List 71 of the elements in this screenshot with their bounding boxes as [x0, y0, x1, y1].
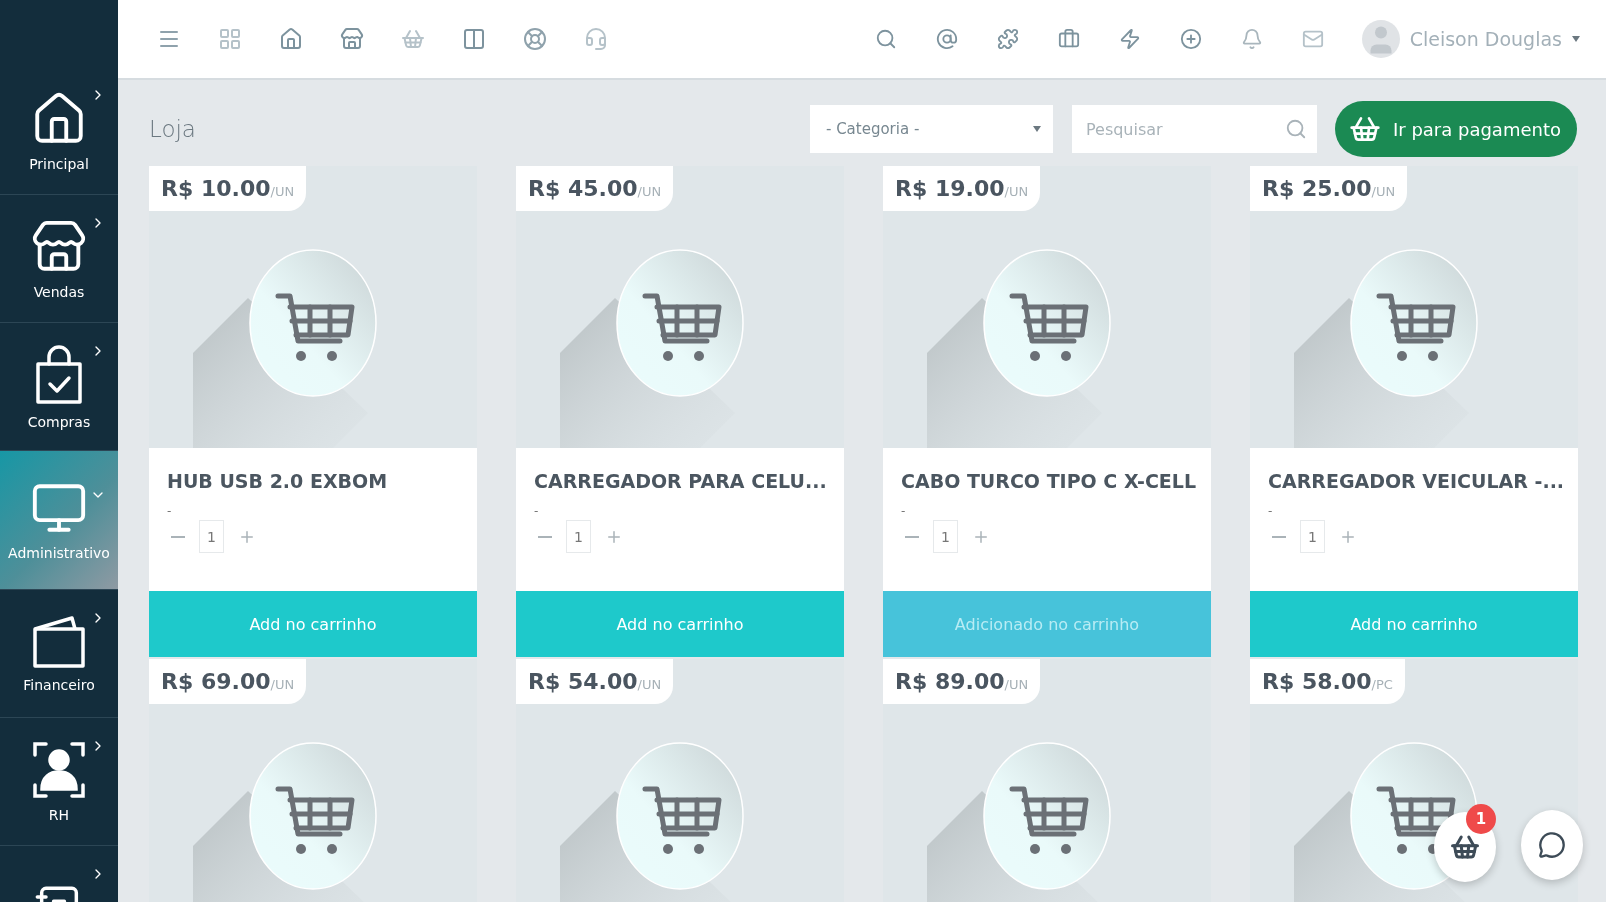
headset-icon [583, 27, 608, 51]
sidebar-label: Compras [27, 413, 91, 430]
unit: /UN [270, 184, 295, 199]
unit: /UN [1004, 184, 1029, 199]
price: R$ 58.00 [1262, 669, 1372, 694]
product-description: - [1268, 504, 1274, 518]
sidebar-item[interactable]: RH [0, 718, 118, 846]
product-name: CARREGADOR PARA CELU... [534, 470, 826, 492]
product-name: HUB USB 2.0 EXBOM [167, 470, 389, 492]
quantity-field[interactable]: 1 [1300, 520, 1325, 553]
at-sign-icon [936, 28, 959, 50]
price: R$ 10.00 [161, 176, 271, 201]
lightning-icon [1119, 28, 1142, 50]
checkout-button[interactable]: Ir para pagamento [1334, 101, 1577, 157]
sidebar-label: Financeiro [23, 676, 95, 693]
unit: /UN [1004, 677, 1029, 692]
bell-icon [1241, 28, 1264, 50]
unit: /PC [1371, 677, 1393, 692]
bag-check-icon [34, 343, 84, 406]
price: R$ 89.00 [895, 669, 1005, 694]
sidebar-label: Vendas [33, 283, 85, 300]
puzzle-icon [997, 28, 1020, 50]
user-name: Cleison Douglas [1409, 28, 1562, 50]
search-icon [875, 28, 898, 50]
avatar-icon [1361, 20, 1400, 58]
sidebar-label: RH [48, 806, 70, 823]
chat-icon [1538, 831, 1566, 859]
columns-icon [461, 27, 486, 51]
sidebar-item[interactable]: Principal [0, 67, 118, 195]
search-field[interactable]: Pesquisar [1071, 105, 1317, 153]
page-title: Loja [149, 116, 197, 142]
search-icon [1284, 118, 1307, 140]
price: R$ 25.00 [1262, 176, 1372, 201]
store-icon [339, 27, 364, 51]
quantity-field[interactable]: 1 [566, 520, 591, 553]
price: R$ 54.00 [528, 669, 638, 694]
minus-icon [1272, 535, 1286, 538]
quantity-field[interactable]: 1 [933, 520, 958, 553]
minus-icon [538, 535, 552, 538]
user-frame-icon [32, 740, 86, 799]
grid-icon [217, 27, 242, 51]
sidebar-label: Administrativo [8, 545, 110, 561]
unit: /UN [637, 677, 662, 692]
minus-icon [171, 535, 185, 538]
unit: /UN [637, 184, 662, 199]
quantity-field[interactable]: 1 [199, 520, 224, 553]
unit: /UN [270, 677, 295, 692]
product-name: CARREGADOR VEICULAR -... [1268, 470, 1560, 492]
product-description: - [534, 504, 540, 518]
product-description: - [901, 504, 907, 518]
lifebuoy-icon [522, 27, 547, 51]
minus-icon [905, 535, 919, 538]
price: R$ 19.00 [895, 176, 1005, 201]
caret-icon [1572, 36, 1580, 42]
basket-icon [400, 27, 425, 51]
folder-icon [32, 614, 86, 669]
category-select[interactable]: - Categoria - [809, 105, 1053, 153]
price: R$ 45.00 [528, 176, 638, 201]
sidebar-item[interactable]: Financeiro [0, 590, 118, 718]
sidebar-item[interactable]: Compras [0, 323, 118, 451]
sidebar-label: Principal [29, 155, 89, 172]
sidebar-item[interactable]: Administrativo [0, 451, 118, 590]
sidebar-item[interactable]: Vendas [0, 195, 118, 323]
unit: /UN [1371, 184, 1396, 199]
briefcase-icon [1058, 28, 1081, 50]
price: R$ 69.00 [161, 669, 271, 694]
plus-circle-icon [1180, 28, 1203, 50]
product-description: - [167, 504, 173, 518]
mail-icon [1302, 28, 1325, 50]
home-icon [278, 27, 303, 51]
caret-icon [1032, 126, 1041, 132]
